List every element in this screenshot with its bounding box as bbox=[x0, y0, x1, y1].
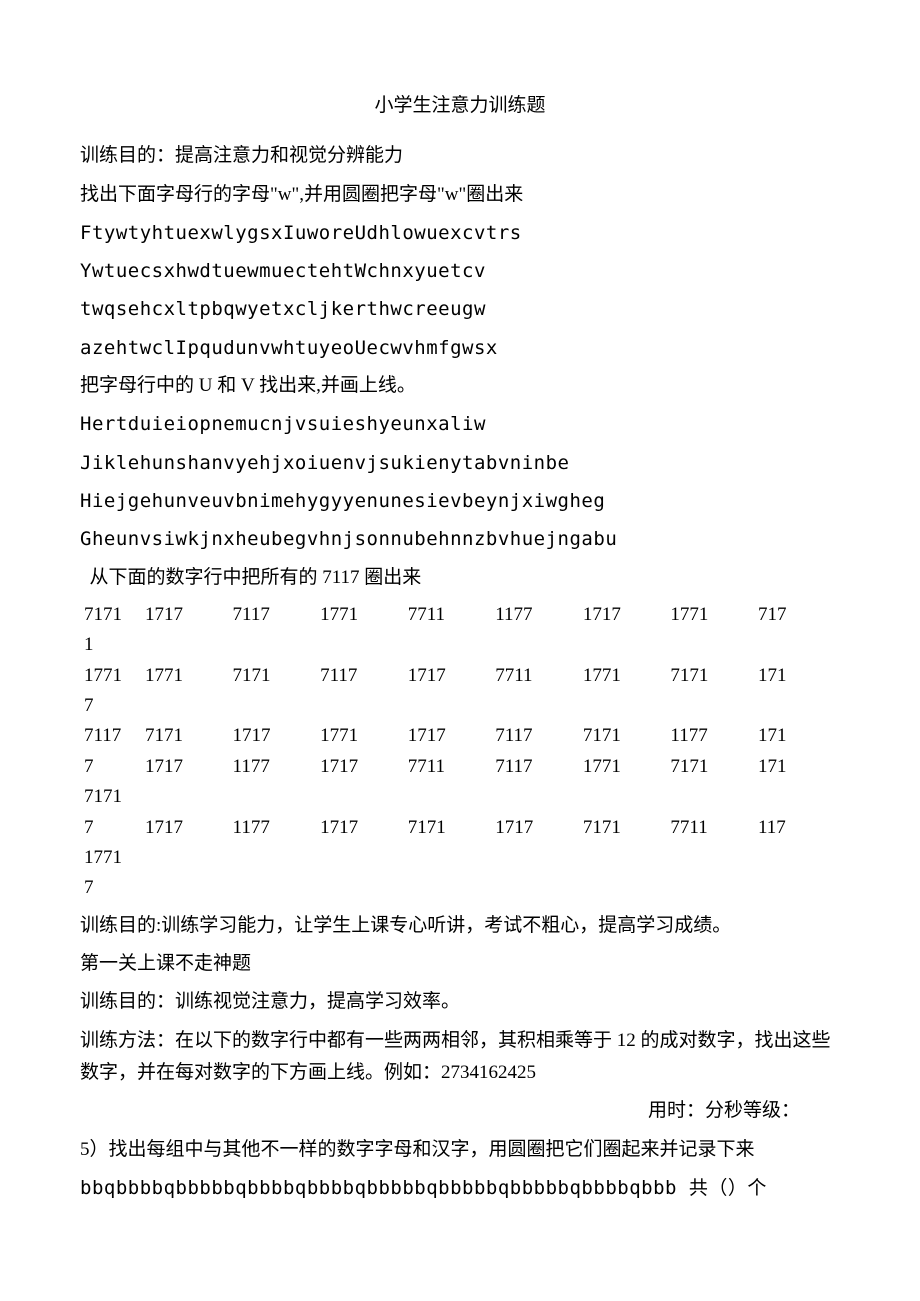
table-cell: 7171 bbox=[404, 813, 492, 904]
table-cell: 1771 bbox=[666, 600, 754, 661]
letter-line-w1: FtywtyhtuexwlygsxIuworeUdhlowuexcvtrs bbox=[80, 217, 840, 249]
table-row: 717111717711717717711117717171771717 bbox=[80, 600, 840, 661]
table-cell: 7171 bbox=[579, 721, 667, 751]
table-cell: 7171 bbox=[229, 661, 317, 722]
table-cell: 7117 bbox=[491, 721, 579, 751]
table-cell: 1717 bbox=[579, 600, 667, 661]
table-cell: 7711 bbox=[404, 752, 492, 813]
training-goal-1: 训练目的：提高注意力和视觉分辨能力 bbox=[80, 140, 840, 172]
table-cell: 1717 bbox=[404, 721, 492, 751]
table-cell: 1771 bbox=[579, 752, 667, 813]
table-cell: 1771 bbox=[579, 661, 667, 722]
table-cell: 1177 bbox=[491, 600, 579, 661]
letter-line-uv3: Hiejgehunveuvbnimehygyyenunesievbeynjxiw… bbox=[80, 485, 840, 517]
table-cell: 1717 bbox=[229, 721, 317, 751]
table-cell: 1771 bbox=[316, 600, 404, 661]
table-row: 177171771717171171717771117717171171 bbox=[80, 661, 840, 722]
table-cell: 7711 bbox=[491, 661, 579, 722]
table-row: 7177171717117717177171171771717711117 bbox=[80, 813, 840, 904]
table-cell: 7171 bbox=[579, 813, 667, 904]
table-cell: 1717 bbox=[141, 752, 229, 813]
level-1-title: 第一关上课不走神题 bbox=[80, 948, 840, 980]
table-cell: 1717 bbox=[491, 813, 579, 904]
table-cell: 7117 bbox=[491, 752, 579, 813]
table-cell: 1771 bbox=[141, 661, 229, 722]
table-cell: 7711 bbox=[404, 600, 492, 661]
table-cell: 1177 bbox=[229, 752, 317, 813]
table-cell: 7117 bbox=[229, 600, 317, 661]
table-cell: 717717 bbox=[80, 813, 141, 904]
table-cell: 7117 bbox=[80, 721, 141, 751]
table-cell: 71711 bbox=[80, 600, 141, 661]
table-row: 771711717117717177711711717717171171 bbox=[80, 752, 840, 813]
table-row: 71177171171717711717711771711177171 bbox=[80, 721, 840, 751]
letter-line-w2: YwtuecsxhwdtuewmuectehtWchnxyuetcv bbox=[80, 255, 840, 287]
timer-line: 用时：分秒等级： bbox=[80, 1095, 840, 1127]
table-cell: 1717 bbox=[316, 813, 404, 904]
table-cell: 117 bbox=[754, 813, 840, 904]
training-goal-2: 训练目的:训练学习能力，让学生上课专心听讲，考试不粗心，提高学习成绩。 bbox=[80, 910, 840, 942]
table-cell: 1177 bbox=[666, 721, 754, 751]
task-5-instruction: 5）找出每组中与其他不一样的数字字母和汉字，用圆圈把它们圈起来并记录下来 bbox=[80, 1134, 840, 1166]
letter-line-uv4: Gheunvsiwkjnxheubegvhnjsonnubehnnzbvhuej… bbox=[80, 523, 840, 555]
number-table: 7171117177117177177111177171717717171771… bbox=[80, 600, 840, 904]
training-goal-3: 训练目的：训练视觉注意力，提高学习效率。 bbox=[80, 986, 840, 1018]
table-cell: 171 bbox=[754, 721, 840, 751]
table-cell: 717 bbox=[754, 600, 840, 661]
bbq-line: bbqbbbbqbbbbbqbbbbqbbbbqbbbbbqbbbbbqbbbb… bbox=[80, 1172, 840, 1204]
table-cell: 7171 bbox=[141, 721, 229, 751]
letter-line-w4: azehtwclIpqudunvwhtuyeoUecwvhmfgwsx bbox=[80, 332, 840, 364]
table-cell: 1771 bbox=[316, 721, 404, 751]
page-title: 小学生注意力训练题 bbox=[80, 90, 840, 122]
worksheet-page: 小学生注意力训练题 训练目的：提高注意力和视觉分辨能力 找出下面字母行的字母"w… bbox=[0, 0, 920, 1301]
table-cell: 17717 bbox=[80, 661, 141, 722]
table-cell: 7711 bbox=[666, 813, 754, 904]
task-3-instruction: 从下面的数字行中把所有的 7117 圈出来 bbox=[80, 562, 840, 594]
training-method: 训练方法：在以下的数字行中都有一些两两相邻，其积相乘等于 12 的成对数字，找出… bbox=[80, 1025, 840, 1090]
table-cell: 1717 bbox=[141, 600, 229, 661]
task-1-instruction: 找出下面字母行的字母"w",并用圆圈把字母"w"圈出来 bbox=[80, 179, 840, 211]
table-cell: 77171 bbox=[80, 752, 141, 813]
letter-line-uv1: Hertduieiopnemucnjvsuieshyeunxaliw bbox=[80, 408, 840, 440]
task-2-instruction: 把字母行中的 U 和 V 找出来,并画上线。 bbox=[80, 370, 840, 402]
table-cell: 1717 bbox=[404, 661, 492, 722]
table-cell: 1717 bbox=[141, 813, 229, 904]
letter-line-w3: twqsehcxltpbqwyetxcljkerthwcreeugw bbox=[80, 293, 840, 325]
table-cell: 1177 bbox=[229, 813, 317, 904]
table-cell: 7117 bbox=[316, 661, 404, 722]
table-cell: 171 bbox=[754, 661, 840, 722]
table-cell: 7171 bbox=[666, 752, 754, 813]
letter-line-uv2: Jiklehunshanvyehjxoiuenvjsukienytabvninb… bbox=[80, 447, 840, 479]
table-cell: 7171 bbox=[666, 661, 754, 722]
table-cell: 171 bbox=[754, 752, 840, 813]
table-cell: 1717 bbox=[316, 752, 404, 813]
